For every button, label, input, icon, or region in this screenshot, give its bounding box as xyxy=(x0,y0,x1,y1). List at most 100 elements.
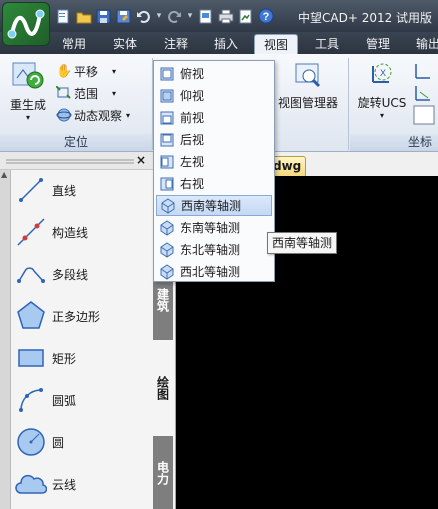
zwcad-logo-icon xyxy=(7,9,45,39)
group-label-locate: 定位 xyxy=(0,134,152,151)
regen-icon xyxy=(12,62,44,89)
menu-item-top-view[interactable]: 俯视 xyxy=(156,63,272,84)
tool-palette: × ▲ 直线 构造线 多段线 正多边形 矩形 圆弧 圆 云线 建筑 绘图 电力 xyxy=(0,152,176,509)
group-label-coordinates: 坐标 xyxy=(350,134,438,151)
tool-rectangle[interactable]: 矩形 xyxy=(14,338,152,378)
rectangle-icon xyxy=(14,341,48,375)
tool-label: 矩形 xyxy=(52,351,77,366)
palette-header[interactable]: × xyxy=(0,152,176,170)
tool-label: 圆 xyxy=(52,435,65,450)
menu-item-right-view[interactable]: 右视 xyxy=(156,173,272,194)
right-view-icon xyxy=(159,176,175,192)
grip-icon xyxy=(6,159,134,164)
view-manager-button[interactable]: 视图管理器 xyxy=(276,62,340,126)
svg-text:X: X xyxy=(380,68,386,78)
menu-item-front-view[interactable]: 前视 xyxy=(156,107,272,128)
tool-revision-cloud[interactable]: 云线 xyxy=(14,464,152,504)
polyline-icon xyxy=(14,257,48,291)
help-icon[interactable]: ? xyxy=(257,8,274,25)
zoom-extents-icon xyxy=(56,86,71,99)
arc-icon xyxy=(14,383,48,417)
menu-item-se-isometric[interactable]: 东南等轴测 xyxy=(156,217,272,238)
tool-polyline[interactable]: 多段线 xyxy=(14,254,152,294)
undo-dropdown-icon[interactable]: ▾ xyxy=(155,11,163,21)
undo-icon[interactable] xyxy=(135,8,152,25)
tab-tools[interactable]: 工具 xyxy=(306,34,348,54)
front-view-icon xyxy=(159,110,175,126)
circle-icon xyxy=(14,425,48,459)
tool-circle[interactable]: 圆 xyxy=(14,422,152,462)
tool-construction-line[interactable]: 构造线 xyxy=(14,212,152,252)
publish-icon[interactable] xyxy=(237,8,254,25)
zoom-extents-button[interactable]: 范围 ▾ xyxy=(56,84,116,102)
extents-dropdown-icon: ▾ xyxy=(112,88,117,98)
tab-annotate[interactable]: 注释 xyxy=(156,34,196,54)
revision-cloud-icon xyxy=(14,467,48,501)
tool-polygon[interactable]: 正多边形 xyxy=(14,296,152,336)
plot-icon[interactable] xyxy=(197,8,214,25)
tool-label: 正多边形 xyxy=(52,309,101,324)
menu-item-label: 左视 xyxy=(180,155,205,169)
sw-isometric-icon xyxy=(160,197,176,214)
app-logo-menu-button[interactable] xyxy=(2,2,50,46)
tab-manage[interactable]: 管理 xyxy=(356,34,400,54)
tab-view[interactable]: 视图 xyxy=(254,34,298,54)
menu-item-back-view[interactable]: 后视 xyxy=(156,129,272,150)
tab-home[interactable]: 常用 xyxy=(54,34,94,54)
tool-label: 云线 xyxy=(52,477,77,492)
ucs-tool-icons[interactable] xyxy=(412,62,436,128)
construction-line-icon xyxy=(14,215,48,249)
se-isometric-icon xyxy=(159,219,175,236)
ribbon-tab-bar: 常用 实体 注释 插入 视图 工具 管理 输出 xyxy=(0,32,438,54)
regen-label: 重生成 xyxy=(9,98,46,112)
app-window: ▾ ▾ ? 中望CAD+ 2012 试用版 常用 实体 注释 插入 视图 工具 … xyxy=(0,0,438,509)
line-icon xyxy=(14,173,48,207)
nw-isometric-icon xyxy=(159,263,175,280)
print-icon[interactable] xyxy=(217,8,234,25)
redo-dropdown-icon[interactable]: ▾ xyxy=(186,11,194,21)
title-bar: ▾ ▾ ? 中望CAD+ 2012 试用版 xyxy=(0,0,438,32)
redo-icon[interactable] xyxy=(166,8,183,25)
menu-item-ne-isometric[interactable]: 东北等轴测 xyxy=(156,239,272,260)
left-view-icon xyxy=(159,154,175,170)
pan-dropdown-icon: ▾ xyxy=(112,66,117,76)
tab-output[interactable]: 输出 xyxy=(408,34,438,54)
view-direction-menu: 俯视 仰视 前视 后视 左视 右视 西南等轴测 东南等轴测 东北等轴测 西北等轴… xyxy=(153,60,275,282)
menu-item-label: 东北等轴测 xyxy=(180,243,241,257)
tab-solid[interactable]: 实体 xyxy=(104,34,146,54)
save-as-icon[interactable] xyxy=(115,8,132,25)
open-folder-icon[interactable] xyxy=(75,8,92,25)
orbit-button[interactable]: 动态观察 ▾ xyxy=(56,106,130,124)
polygon-icon xyxy=(14,299,48,333)
top-view-icon xyxy=(159,66,175,82)
tab-insert[interactable]: 插入 xyxy=(205,34,247,54)
palette-scrollbar[interactable]: ▲ xyxy=(0,170,11,509)
menu-item-sw-isometric[interactable]: 西南等轴测 xyxy=(156,195,272,216)
tool-label: 圆弧 xyxy=(52,393,77,408)
menu-item-bottom-view[interactable]: 仰视 xyxy=(156,85,272,106)
regen-dropdown-icon: ▾ xyxy=(25,113,30,122)
zoom-extents-label: 范围 xyxy=(74,86,99,101)
menu-item-label: 右视 xyxy=(180,177,205,191)
view-manager-label: 视图管理器 xyxy=(277,96,338,110)
pan-button[interactable]: ✋ 平移 ▾ xyxy=(56,62,116,80)
menu-item-nw-isometric[interactable]: 西北等轴测 xyxy=(156,261,272,282)
palette-close-button[interactable]: × xyxy=(136,153,146,167)
tool-arc[interactable]: 圆弧 xyxy=(14,380,152,420)
save-icon[interactable] xyxy=(95,8,112,25)
hand-icon: ✋ xyxy=(56,63,73,79)
new-file-icon[interactable] xyxy=(55,8,72,25)
regen-button[interactable]: 重生成 ▾ xyxy=(6,60,50,130)
rotate-ucs-icon: X xyxy=(372,63,392,83)
tool-line[interactable]: 直线 xyxy=(14,170,152,210)
menu-item-left-view[interactable]: 左视 xyxy=(156,151,272,172)
side-tab-draw[interactable]: 绘图 xyxy=(153,342,173,434)
menu-item-label: 俯视 xyxy=(180,67,205,81)
menu-item-label: 西北等轴测 xyxy=(180,265,241,279)
orbit-icon xyxy=(56,108,72,122)
ne-isometric-icon xyxy=(159,241,175,258)
tool-label: 直线 xyxy=(52,183,77,198)
side-tab-electrical[interactable]: 电力 xyxy=(153,436,173,509)
rotate-ucs-button[interactable]: X 旋转UCS ▾ xyxy=(356,60,408,130)
scroll-up-icon[interactable]: ▲ xyxy=(1,170,7,179)
